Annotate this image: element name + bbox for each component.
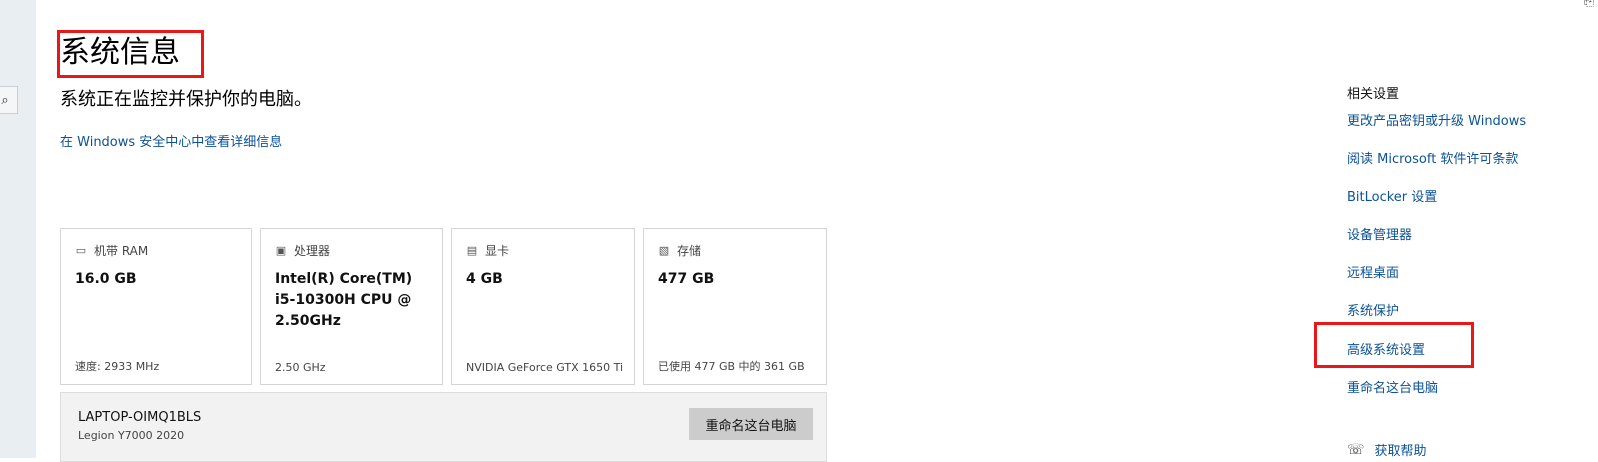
device-name: LAPTOP-OIMQ1BLS: [78, 410, 202, 425]
processor-card: ▣ 处理器 Intel(R) Core(TM) i5-10300H CPU @ …: [260, 228, 443, 385]
rename-pc-link[interactable]: 重命名这台电脑: [1347, 377, 1438, 396]
get-help-label: 获取帮助: [1374, 444, 1427, 459]
left-navigation-strip: ⌕: [0, 0, 36, 458]
ram-card: ▭ 机带 RAM 16.0 GB 速度: 2933 MHz: [60, 228, 252, 385]
card-label: 处理器: [294, 244, 331, 258]
card-footer: 2.50 GHz: [275, 361, 326, 374]
search-button[interactable]: ⌕: [0, 86, 18, 114]
card-value: 16.0 GB: [75, 271, 137, 287]
device-manager-link[interactable]: 设备管理器: [1347, 224, 1412, 243]
card-label: 机带 RAM: [94, 244, 149, 258]
storage-icon: ▧: [658, 244, 670, 257]
storage-card: ▧ 存储 477 GB 已使用 477 GB 中的 361 GB: [643, 228, 827, 385]
security-center-link[interactable]: 在 Windows 安全中心中查看详细信息: [60, 131, 282, 150]
device-info-bar: LAPTOP-OIMQ1BLS Legion Y7000 2020 重命名这台电…: [60, 392, 827, 462]
related-settings-heading: 相关设置: [1347, 87, 1400, 102]
graphics-card-icon: ▤: [466, 244, 478, 257]
title-highlight-box: [57, 30, 204, 78]
card-footer: NVIDIA GeForce GTX 1650 Ti: [466, 361, 624, 374]
change-product-key-link[interactable]: 更改产品密钥或升级 Windows: [1347, 110, 1526, 129]
memory-icon: ▭: [75, 244, 87, 257]
license-terms-link[interactable]: 阅读 Microsoft 软件许可条款: [1347, 148, 1518, 167]
card-label: 显卡: [485, 244, 510, 258]
card-value: Intel(R) Core(TM) i5-10300H CPU @ 2.50GH…: [275, 271, 413, 329]
card-value: 4 GB: [466, 271, 503, 287]
graphics-card: ▤ 显卡 4 GB NVIDIA GeForce GTX 1650 Ti: [451, 228, 635, 385]
advanced-settings-highlight-box: [1314, 322, 1474, 368]
system-protection-link[interactable]: 系统保护: [1347, 300, 1399, 319]
get-help-row[interactable]: ☏ 获取帮助: [1347, 440, 1427, 460]
remote-desktop-link[interactable]: 远程桌面: [1347, 262, 1399, 281]
rename-pc-button[interactable]: 重命名这台电脑: [689, 408, 813, 440]
search-icon: ⌕: [1, 92, 9, 108]
card-label: 存储: [677, 244, 702, 258]
card-value: 477 GB: [658, 271, 715, 287]
help-icon: ☏: [1347, 441, 1365, 458]
window-corner-icon: ⎘: [1583, 0, 1594, 9]
bitlocker-settings-link[interactable]: BitLocker 设置: [1347, 186, 1437, 205]
device-model: Legion Y7000 2020: [78, 429, 185, 442]
protection-status-text: 系统正在监控并保护你的电脑。: [60, 89, 312, 110]
card-footer: 已使用 477 GB 中的 361 GB: [658, 360, 805, 373]
processor-icon: ▣: [275, 244, 287, 257]
card-footer: 速度: 2933 MHz: [75, 360, 160, 373]
